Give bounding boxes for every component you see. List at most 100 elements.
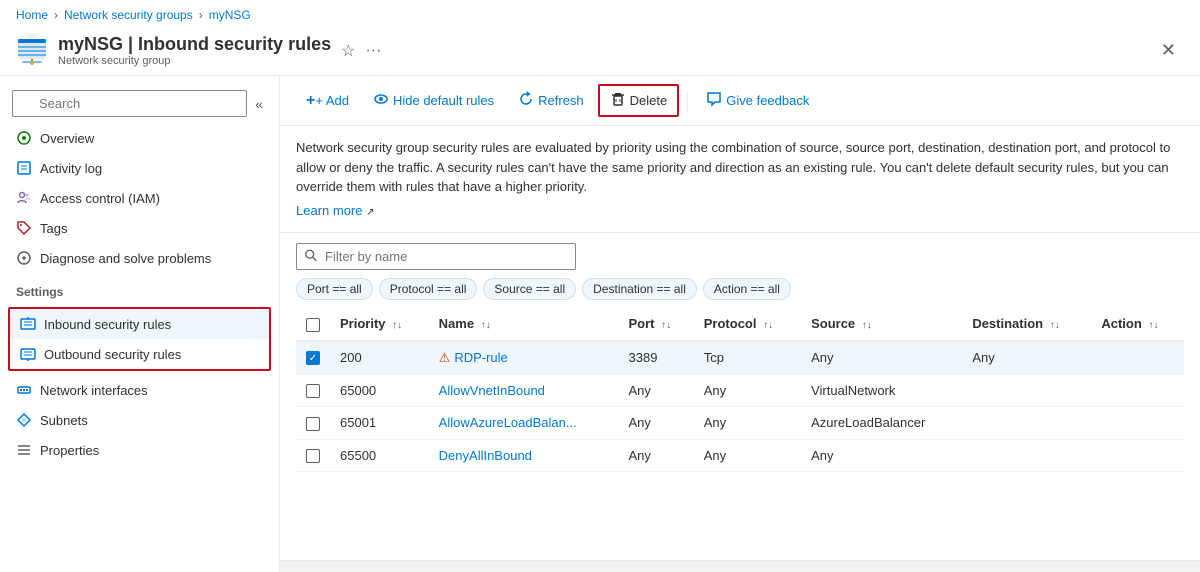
cell-priority: 200 [330,341,429,375]
filter-tag-protocol[interactable]: Protocol == all [379,278,478,300]
sidebar-item-tags[interactable]: Tags [0,213,279,243]
sidebar-item-overview[interactable]: Overview [0,123,279,153]
close-button[interactable]: ✕ [1153,36,1184,65]
toolbar-separator [687,91,688,111]
rules-table: Priority ↑↓ Name ↑↓ Port ↑↓ Protocol [296,308,1184,472]
learn-more-link[interactable]: Learn more [296,203,362,218]
table-row: 65000AllowVnetInBoundAnyAnyVirtualNetwor… [296,374,1184,407]
sidebar-item-activity-log[interactable]: Activity log [0,153,279,183]
activity-log-icon [16,160,32,176]
add-button[interactable]: + + Add [296,87,359,115]
col-header-destination[interactable]: Destination ↑↓ [962,308,1091,341]
page-subtitle: Network security group [58,55,331,67]
cell-action [1091,341,1184,375]
cell-port: 3389 [619,341,694,375]
cell-source: Any [801,341,962,375]
description: Network security group security rules ar… [280,126,1200,233]
favorite-icon[interactable]: ☆ [341,41,355,61]
rule-name-link[interactable]: RDP-rule [454,350,507,365]
filter-area: Port == all Protocol == all Source == al… [280,233,1200,308]
cell-destination [962,374,1091,407]
cell-port: Any [619,374,694,407]
row-checkbox-1[interactable] [306,384,320,398]
breadcrumb-current[interactable]: myNSG [209,8,251,22]
cell-protocol: Any [694,374,801,407]
cell-action [1091,439,1184,472]
cell-source: AzureLoadBalancer [801,407,962,440]
add-icon: + [306,92,315,110]
sort-action-icon: ↑↓ [1148,320,1158,331]
cell-name: AllowAzureLoadBalan... [429,407,619,440]
cell-priority: 65500 [330,439,429,472]
table-wrap: Priority ↑↓ Name ↑↓ Port ↑↓ Protocol [280,308,1200,560]
more-icon[interactable]: ··· [365,42,381,60]
settings-group: Inbound security rules Outbound security… [8,307,271,371]
cell-protocol: Tcp [694,341,801,375]
table-row: 65500DenyAllInBoundAnyAnyAny [296,439,1184,472]
col-header-port[interactable]: Port ↑↓ [619,308,694,341]
sidebar-item-diagnose[interactable]: Diagnose and solve problems [0,243,279,273]
col-header-action[interactable]: Action ↑↓ [1091,308,1184,341]
properties-icon [16,442,32,458]
breadcrumb: Home › Network security groups › myNSG [0,0,1200,30]
cell-port: Any [619,439,694,472]
hide-rules-button[interactable]: Hide default rules [363,86,504,115]
cell-destination [962,407,1091,440]
page-title: myNSG | Inbound security rules [58,34,331,55]
cell-name: DenyAllInBound [429,439,619,472]
content-area: + + Add Hide default rules Refresh Dele [280,76,1200,572]
col-header-name[interactable]: Name ↑↓ [429,308,619,341]
table-row: 200⚠RDP-rule3389TcpAnyAny [296,341,1184,375]
sidebar-item-inbound[interactable]: Inbound security rules [10,309,269,339]
feedback-button[interactable]: Give feedback [696,86,819,115]
col-header-protocol[interactable]: Protocol ↑↓ [694,308,801,341]
search-input[interactable] [12,90,247,117]
cell-source: VirtualNetwork [801,374,962,407]
delete-icon [610,91,626,110]
col-header-priority[interactable]: Priority ↑↓ [330,308,429,341]
cell-source: Any [801,439,962,472]
sort-protocol-icon: ↑↓ [763,320,773,331]
filter-tag-source[interactable]: Source == all [483,278,576,300]
col-header-source[interactable]: Source ↑↓ [801,308,962,341]
breadcrumb-home[interactable]: Home [16,8,48,22]
feedback-icon [706,91,722,110]
eye-icon [373,91,389,110]
row-checkbox-0[interactable] [306,351,320,365]
rule-name-link[interactable]: DenyAllInBound [439,448,532,463]
filter-tags: Port == all Protocol == all Source == al… [296,278,1184,300]
sort-source-icon: ↑↓ [862,320,872,331]
main-layout: « Overview Activity log Access control (… [0,76,1200,572]
cell-destination: Any [962,341,1091,375]
row-checkbox-2[interactable] [306,417,320,431]
delete-button[interactable]: Delete [598,84,680,117]
sidebar-item-properties[interactable]: Properties [0,435,279,465]
horizontal-scrollbar[interactable] [280,560,1200,572]
cell-name: ⚠RDP-rule [429,341,619,375]
filter-search-icon [304,248,318,265]
breadcrumb-nsg[interactable]: Network security groups [64,8,193,22]
refresh-button[interactable]: Refresh [508,86,594,115]
description-text: Network security group security rules ar… [296,138,1184,197]
cell-action [1091,407,1184,440]
cell-name: AllowVnetInBound [429,374,619,407]
rule-name-link[interactable]: AllowAzureLoadBalan... [439,415,577,430]
filter-tag-port[interactable]: Port == all [296,278,373,300]
sidebar-item-subnets[interactable]: Subnets [0,405,279,435]
sidebar-item-network-interfaces[interactable]: Network interfaces [0,375,279,405]
sort-destination-icon: ↑↓ [1050,320,1060,331]
outbound-icon [20,346,36,362]
row-checkbox-3[interactable] [306,449,320,463]
sidebar-item-outbound[interactable]: Outbound security rules [10,339,269,369]
sidebar-item-iam[interactable]: Access control (IAM) [0,183,279,213]
sidebar-collapse-button[interactable]: « [251,92,267,116]
filter-tag-destination[interactable]: Destination == all [582,278,697,300]
toolbar: + + Add Hide default rules Refresh Dele [280,76,1200,126]
rule-name-link[interactable]: AllowVnetInBound [439,383,545,398]
network-interfaces-icon [16,382,32,398]
table-row: 65001AllowAzureLoadBalan...AnyAnyAzureLo… [296,407,1184,440]
sort-port-icon: ↑↓ [661,320,671,331]
filter-tag-action[interactable]: Action == all [703,278,791,300]
filter-input[interactable] [296,243,576,270]
select-all-checkbox[interactable] [306,318,320,332]
